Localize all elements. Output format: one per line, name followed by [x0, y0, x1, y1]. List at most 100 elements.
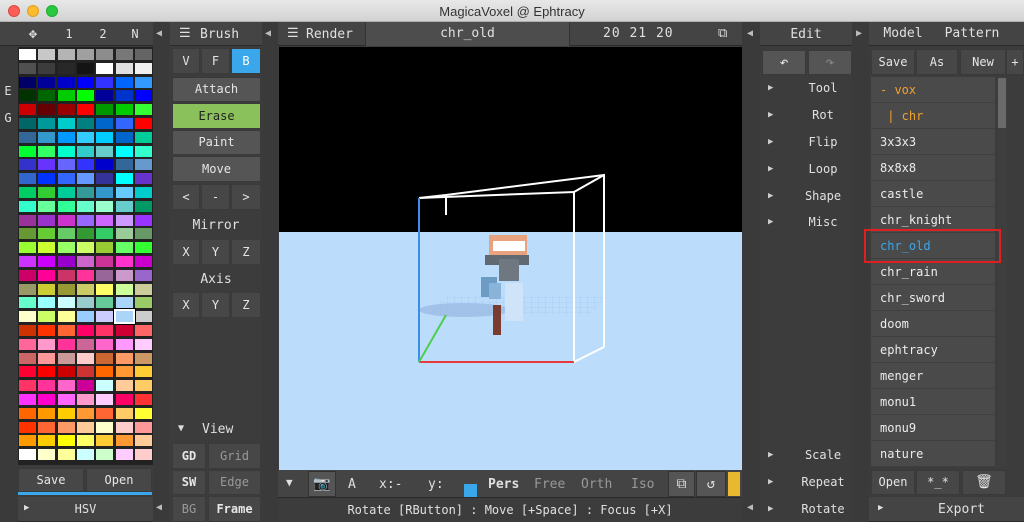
palette-swatch[interactable]: [134, 187, 152, 198]
palette-swatch[interactable]: [134, 311, 152, 323]
edit-menu-scale[interactable]: ▶ Scale: [761, 442, 857, 468]
palette-swatch[interactable]: [115, 352, 133, 364]
palette-swatch[interactable]: [76, 297, 94, 309]
palette-tab-1[interactable]: 1: [54, 22, 84, 46]
palette-swatch[interactable]: [38, 449, 56, 461]
palette-swatch[interactable]: [134, 256, 152, 267]
model-new-button[interactable]: New: [960, 49, 1006, 75]
palette-swatch[interactable]: [115, 256, 133, 267]
palette-swatch[interactable]: [19, 62, 36, 74]
tab-pattern[interactable]: Pattern: [940, 22, 1004, 46]
palette-swatch[interactable]: [134, 173, 152, 185]
palette-swatch[interactable]: [19, 242, 36, 254]
palette-swatch[interactable]: [96, 283, 114, 295]
palette-swatch[interactable]: [115, 200, 133, 212]
model-save-as-button[interactable]: As: [916, 49, 958, 75]
dropdown-icon[interactable]: ▼: [286, 476, 293, 489]
file-list-item[interactable]: monu1: [871, 389, 995, 415]
palette-swatch[interactable]: [96, 380, 114, 392]
palette-swatch[interactable]: [38, 421, 56, 433]
palette-swatch[interactable]: [134, 338, 152, 350]
frame-toggle[interactable]: Frame: [208, 496, 261, 522]
redo-icon[interactable]: ↷: [808, 50, 852, 75]
palette-swatch[interactable]: [96, 338, 114, 350]
palette-swatch[interactable]: [38, 325, 56, 336]
shadow-toggle-short[interactable]: SW: [172, 470, 206, 495]
palette-swatch[interactable]: [134, 449, 152, 461]
palette-swatch[interactable]: [115, 297, 133, 309]
undo-icon[interactable]: ↶: [762, 50, 806, 75]
palette-swatch[interactable]: [134, 394, 152, 405]
palette-swatch[interactable]: [19, 118, 36, 129]
selected-color-swatch[interactable]: [112, 308, 136, 326]
palette-swatch[interactable]: [19, 421, 36, 433]
palette-swatch[interactable]: [57, 325, 75, 336]
palette-swatch[interactable]: [115, 269, 133, 281]
palette-swatch[interactable]: [115, 242, 133, 254]
palette-swatch[interactable]: [38, 256, 56, 267]
paint-button[interactable]: Paint: [172, 130, 261, 155]
palette-swatch[interactable]: [76, 49, 94, 60]
erase-button[interactable]: Erase: [172, 103, 261, 129]
model-dimensions[interactable]: 20 21 20: [603, 26, 674, 41]
palette-swatch[interactable]: [76, 325, 94, 336]
palette-swatch[interactable]: [115, 118, 133, 129]
collapse-edit-icon-bottom[interactable]: ◀: [747, 502, 753, 513]
palette-swatch[interactable]: [57, 394, 75, 405]
palette-swatch[interactable]: [96, 449, 114, 461]
palette-swatch[interactable]: [57, 256, 75, 267]
palette-swatch[interactable]: [76, 228, 94, 240]
palette-swatch[interactable]: [19, 435, 36, 447]
palette-swatch[interactable]: [57, 104, 75, 116]
palette-swatch[interactable]: [38, 104, 56, 116]
palette-swatch[interactable]: [19, 256, 36, 267]
palette-swatch[interactable]: [76, 435, 94, 447]
palette-swatch[interactable]: [19, 394, 36, 405]
palette-swatch[interactable]: [57, 435, 75, 447]
palette-swatch[interactable]: [57, 449, 75, 461]
palette-swatch[interactable]: [57, 159, 75, 171]
palette-swatch[interactable]: [19, 269, 36, 281]
palette-swatch[interactable]: [57, 49, 75, 60]
palette-swatch[interactable]: [76, 145, 94, 157]
axis-y-button[interactable]: Y: [201, 292, 230, 318]
palette-swatch[interactable]: [19, 352, 36, 364]
palette-swatch[interactable]: [96, 187, 114, 198]
file-list-item[interactable]: monu9: [871, 415, 995, 441]
reset-view-icon[interactable]: ↺: [696, 471, 726, 497]
palette-swatch[interactable]: [57, 242, 75, 254]
palette-swatch[interactable]: [57, 352, 75, 364]
palette-swatch[interactable]: [96, 421, 114, 433]
palette-swatch[interactable]: [76, 352, 94, 364]
palette-swatch[interactable]: [76, 131, 94, 143]
edit-menu-loop[interactable]: ▶ Loop: [761, 156, 857, 182]
palette-swatch[interactable]: [115, 187, 133, 198]
palette-swatch[interactable]: [76, 256, 94, 267]
tab-model[interactable]: Model: [873, 22, 933, 46]
palette-swatch[interactable]: [76, 173, 94, 185]
palette-swatch[interactable]: [57, 228, 75, 240]
view-orth[interactable]: Orth: [581, 477, 612, 492]
model-open-button[interactable]: Open: [871, 470, 915, 495]
palette-swatch[interactable]: [19, 159, 36, 171]
window-layout-icon[interactable]: ⧉: [718, 26, 727, 41]
palette-swatch[interactable]: [115, 90, 133, 102]
palette-swatch[interactable]: [115, 49, 133, 60]
export-bar[interactable]: ▶ Export: [869, 497, 1024, 522]
palette-swatch[interactable]: [19, 131, 36, 143]
palette-swatch[interactable]: [76, 407, 94, 419]
palette-swatch[interactable]: [115, 435, 133, 447]
palette-swatch[interactable]: [19, 214, 36, 226]
palette-swatch[interactable]: [76, 269, 94, 281]
palette-swatch[interactable]: [115, 214, 133, 226]
file-list-scrollbar[interactable]: [997, 78, 1007, 467]
palette-swatch[interactable]: [134, 49, 152, 60]
palette-swatch[interactable]: [115, 394, 133, 405]
collapse-left-icon[interactable]: ◀: [156, 28, 162, 39]
palette-swatch[interactable]: [38, 159, 56, 171]
collapse-edit-icon[interactable]: ◀: [747, 28, 753, 39]
view-section[interactable]: ▼ View: [172, 420, 262, 440]
palette-swatch[interactable]: [115, 76, 133, 88]
palette-swatch[interactable]: [38, 118, 56, 129]
palette-swatch[interactable]: [57, 90, 75, 102]
